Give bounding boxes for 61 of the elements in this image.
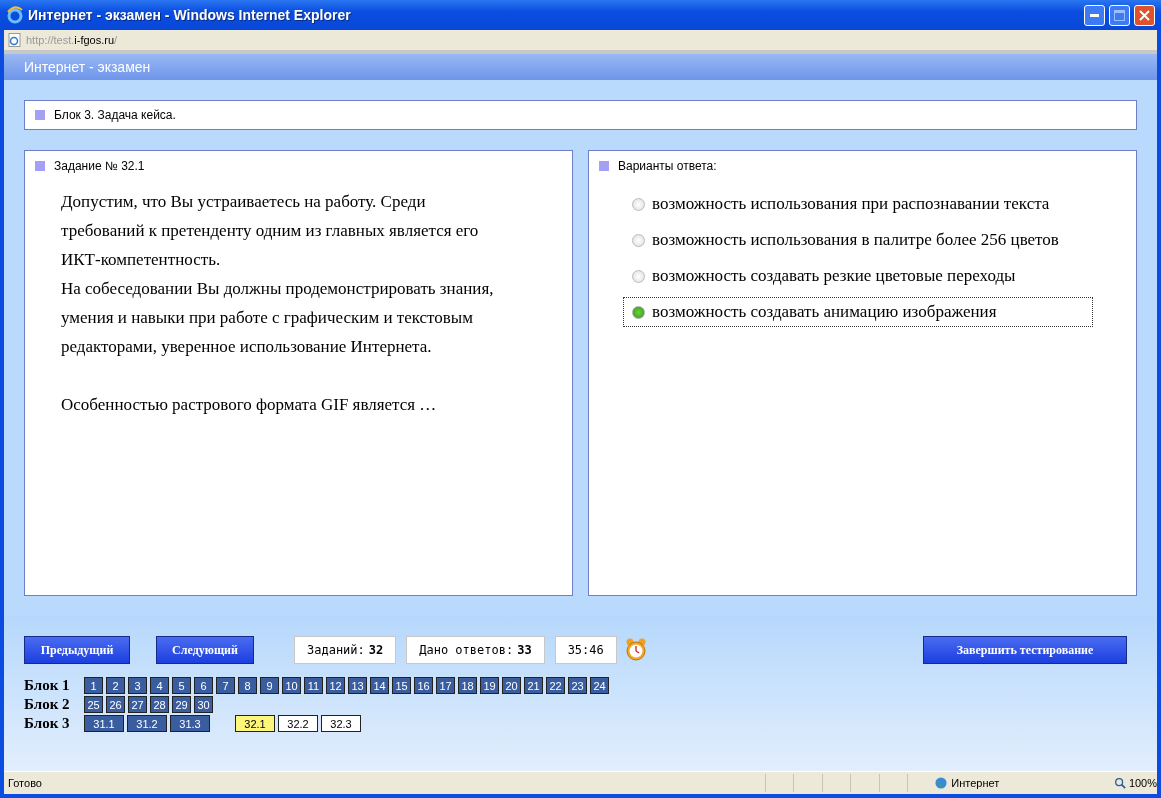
block-label: Блок 3	[24, 715, 71, 732]
question-number-button[interactable]: 30	[194, 696, 213, 713]
task-paragraph: На собеседовании Вы должны продемонстрировать знания, умения и навыки при работе с графическим и текстовым редакторами, уверенное использование Интернета.	[61, 278, 495, 358]
finish-test-button[interactable]: Завершить тестирование	[923, 636, 1127, 664]
question-number-button[interactable]: 28	[150, 696, 169, 713]
question-number-button[interactable]: 7	[216, 677, 235, 694]
zone-text: Интернет	[951, 777, 1001, 789]
answers-title: Варианты ответа:	[618, 159, 717, 173]
question-number-button[interactable]: 21	[524, 677, 543, 694]
question-number-button[interactable]: 22	[546, 677, 565, 694]
task-paragraph: Допустим, что Вы устраиваетесь на работу. Среди требований к претенденту одним из главных является его ИКТ-компетентность.	[61, 191, 480, 271]
question-number-button[interactable]: 17	[436, 677, 455, 694]
question-number-button[interactable]: 11	[304, 677, 323, 694]
question-number-button[interactable]: 2	[106, 677, 125, 694]
question-number-button[interactable]: 29	[172, 696, 191, 713]
question-number-button[interactable]: 13	[348, 677, 367, 694]
question-number-button[interactable]: 14	[370, 677, 389, 694]
address-text[interactable]: http://test.i-fgos.ru/	[26, 34, 118, 46]
question-number-button[interactable]: 27	[128, 696, 147, 713]
counter: Заданий: 32	[294, 636, 397, 664]
answer-option[interactable]: возможность создавать анимацию изображения	[623, 297, 1093, 327]
answer-option[interactable]: возможность создавать резкие цветовые переходы	[623, 261, 1093, 291]
status-text: Готово	[8, 777, 43, 789]
question-number-button[interactable]: 5	[172, 677, 191, 694]
question-number-button[interactable]: 12	[326, 677, 345, 694]
question-number-button[interactable]: 20	[502, 677, 521, 694]
question-number-button[interactable]: 3	[128, 677, 147, 694]
question-number-button[interactable]: 31.2	[127, 715, 167, 732]
question-number-button[interactable]: 1	[84, 677, 103, 694]
question-number-button[interactable]: 6	[194, 677, 213, 694]
previous-button[interactable]: Предыдущий	[24, 636, 130, 664]
question-number-button[interactable]: 25	[84, 696, 103, 713]
page-header: Интернет - экзамен	[4, 54, 1157, 80]
question-number-button[interactable]: 8	[238, 677, 257, 694]
task-title: Задание № 32.1	[54, 159, 145, 173]
question-number-button[interactable]: 32.1	[235, 715, 275, 732]
block-label: Блок 1	[24, 677, 71, 694]
question-number-button[interactable]: 23	[568, 677, 587, 694]
answer-option[interactable]: возможность использования в палитре более 256 цветов	[623, 225, 1093, 255]
question-number-button[interactable]: 26	[106, 696, 125, 713]
block-title: Блок 3. Задача кейса.	[54, 108, 176, 122]
window-title: Интернет - экзамен - Windows Internet Explorer	[28, 7, 352, 23]
block-label: Блок 2	[24, 696, 71, 713]
question-number-button[interactable]: 31.3	[170, 715, 210, 732]
task-paragraph: Особенностью растрового формата GIF является …	[61, 394, 438, 416]
question-number-button[interactable]: 18	[458, 677, 477, 694]
zoom-level[interactable]: 100%	[1128, 777, 1157, 789]
question-number-button[interactable]: 16	[414, 677, 433, 694]
question-number-button[interactable]: 10	[282, 677, 301, 694]
counter: Дано ответов: 33	[406, 636, 545, 664]
answer-option[interactable]: возможность использования при распознавании текста	[623, 189, 1093, 219]
question-number-button[interactable]: 31.1	[84, 715, 124, 732]
question-number-button[interactable]: 15	[392, 677, 411, 694]
question-number-button[interactable]: 4	[150, 677, 169, 694]
question-number-button[interactable]: 9	[260, 677, 279, 694]
question-number-button[interactable]: 19	[480, 677, 499, 694]
question-number-button[interactable]: 32.2	[278, 715, 318, 732]
question-number-button[interactable]: 24	[590, 677, 609, 694]
next-button[interactable]: Следующий	[156, 636, 254, 664]
timer: 35:46	[554, 636, 617, 664]
question-number-button[interactable]: 32.3	[321, 715, 361, 732]
